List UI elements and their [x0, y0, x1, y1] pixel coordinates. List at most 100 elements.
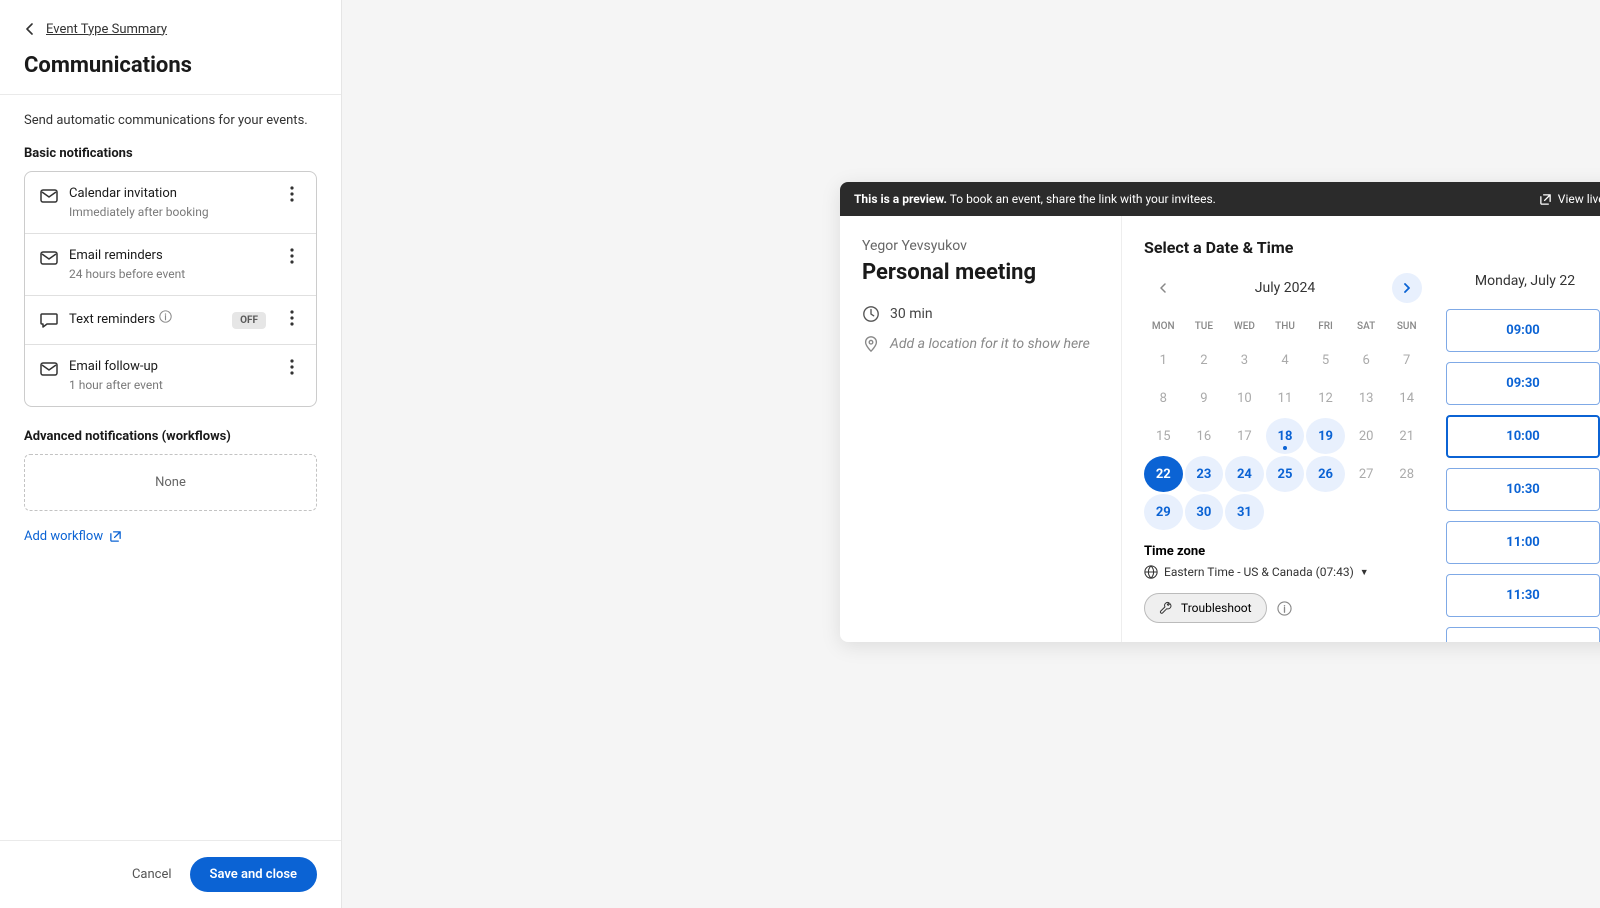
preview-area: This is a preview. To book an event, sha… — [342, 0, 1600, 908]
duration-value: 30 min — [890, 306, 933, 322]
notification-subtitle: Immediately after booking — [69, 205, 272, 219]
calendar-slots-row: July 2024 MONTUEWEDTHUFRISATSUN123456789… — [1144, 273, 1600, 642]
settings-sidebar: Event Type Summary Communications Send a… — [0, 0, 342, 908]
preview-banner-rest: To book an event, share the link with yo… — [947, 192, 1216, 206]
calendar-day[interactable]: 18 — [1266, 418, 1305, 454]
calendar-day: 14 — [1387, 380, 1426, 416]
host-name: Yegor Yevsyukov — [862, 238, 1099, 254]
event-info-panel: Yegor Yevsyukov Personal meeting 30 min … — [840, 216, 1122, 642]
calendar-day-of-week: THU — [1266, 315, 1305, 340]
kebab-menu-icon[interactable] — [282, 359, 302, 375]
view-live-label: View live page — [1558, 192, 1600, 206]
calendar-day: 27 — [1347, 456, 1386, 492]
next-month-button[interactable] — [1392, 273, 1422, 303]
troubleshoot-button[interactable]: Troubleshoot — [1144, 593, 1267, 623]
page-title: Communications — [24, 53, 317, 78]
basic-notifications-list: Calendar invitation Immediately after boo… — [24, 171, 317, 407]
calendar-day-of-week: TUE — [1185, 315, 1224, 340]
calendar-day: 4 — [1266, 342, 1305, 378]
timezone-label: Time zone — [1144, 544, 1426, 559]
cancel-button[interactable]: Cancel — [132, 867, 172, 882]
calendar-day: 11 — [1266, 380, 1305, 416]
calendar-day: 7 — [1387, 342, 1426, 378]
troubleshoot-label: Troubleshoot — [1181, 601, 1252, 615]
kebab-menu-icon[interactable] — [282, 248, 302, 264]
notification-row[interactable]: Email follow-up1 hour after event — [25, 345, 316, 406]
notification-row[interactable]: Email reminders24 hours before event — [25, 234, 316, 296]
calendar-day: 15 — [1144, 418, 1183, 454]
location-placeholder: Add a location for it to show here — [890, 336, 1090, 352]
time-slots-list[interactable]: 09:00 09:30 10:00 10:30 11:00 11:30 12:00 — [1446, 309, 1600, 642]
notification-row[interactable]: Calendar invitation Immediately after boo… — [25, 172, 316, 234]
back-link-label: Event Type Summary — [46, 22, 167, 37]
external-link-icon — [109, 530, 122, 543]
time-slot[interactable]: 10:30 — [1446, 468, 1600, 511]
sidebar-header: Event Type Summary Communications — [0, 0, 341, 95]
calendar-day: 28 — [1387, 456, 1426, 492]
notification-subtitle: 24 hours before event — [69, 267, 272, 281]
notification-title: Email follow-up — [69, 359, 272, 374]
calendar-day[interactable]: 24 — [1225, 456, 1264, 492]
calendar-day[interactable]: 26 — [1306, 456, 1345, 492]
calendar-day[interactable]: 30 — [1185, 494, 1224, 530]
advanced-notifications-label: Advanced notifications (workflows) — [24, 429, 317, 444]
calendar-day[interactable]: 29 — [1144, 494, 1183, 530]
location-row: Add a location for it to show here — [862, 335, 1099, 353]
mail-icon — [39, 359, 59, 379]
calendar-day[interactable]: 23 — [1185, 456, 1224, 492]
add-workflow-link[interactable]: Add workflow — [24, 529, 122, 544]
notification-texts: Text reminders — [69, 310, 222, 327]
selected-date-label: Monday, July 22 — [1446, 273, 1600, 289]
kebab-menu-icon[interactable] — [282, 310, 302, 326]
notification-row[interactable]: Text reminders OFF — [25, 296, 316, 345]
calendar-day: 13 — [1347, 380, 1386, 416]
calendar-day-of-week: SAT — [1347, 315, 1386, 340]
duration-row: 30 min — [862, 305, 1099, 323]
notification-texts: Email reminders24 hours before event — [69, 248, 272, 281]
prev-month-button[interactable] — [1148, 273, 1178, 303]
time-slot[interactable]: 09:00 — [1446, 309, 1600, 352]
external-link-icon — [1539, 193, 1552, 206]
wrench-icon — [1159, 601, 1173, 615]
info-icon[interactable] — [1277, 601, 1292, 616]
timezone-selector[interactable]: Eastern Time - US & Canada (07:43) ▼ — [1144, 565, 1426, 579]
time-slot[interactable]: 09:30 — [1446, 362, 1600, 405]
calendar-day: 20 — [1347, 418, 1386, 454]
chat-icon — [39, 310, 59, 330]
calendar-header: July 2024 — [1144, 273, 1426, 315]
calendar-month: July 2024 — [1255, 280, 1315, 296]
preview-banner: This is a preview. To book an event, sha… — [840, 182, 1600, 216]
clock-icon — [862, 305, 880, 323]
calendar-day: 8 — [1144, 380, 1183, 416]
notification-texts: Calendar invitation Immediately after boo… — [69, 186, 272, 219]
time-slot[interactable]: 10:00 — [1446, 415, 1600, 458]
calendar-day[interactable]: 31 — [1225, 494, 1264, 530]
save-button[interactable]: Save and close — [190, 857, 317, 892]
time-slots-column: Monday, July 22 09:00 09:30 10:00 10:30 11:0… — [1446, 273, 1600, 642]
calendar-day[interactable]: 22 — [1144, 456, 1183, 492]
back-link[interactable]: Event Type Summary — [24, 22, 167, 37]
view-live-link[interactable]: View live page — [1539, 192, 1600, 206]
calendar-day: 5 — [1306, 342, 1345, 378]
calendar-day[interactable]: 25 — [1266, 456, 1305, 492]
calendar-day[interactable]: 19 — [1306, 418, 1345, 454]
calendar-day: 6 — [1347, 342, 1386, 378]
time-slot[interactable]: 11:30 — [1446, 574, 1600, 617]
time-slot[interactable]: 12:00 — [1446, 627, 1600, 642]
preview-banner-strong: This is a preview. — [854, 192, 947, 206]
off-badge: OFF — [232, 312, 266, 329]
preview-body: Yegor Yevsyukov Personal meeting 30 min … — [840, 216, 1600, 642]
sidebar-body: Send automatic communications for your e… — [0, 95, 341, 840]
mail-icon — [39, 186, 59, 206]
notification-title: Calendar invitation — [69, 186, 272, 201]
calendar-day-of-week: MON — [1144, 315, 1183, 340]
time-slot[interactable]: 11:00 — [1446, 521, 1600, 564]
add-workflow-label: Add workflow — [24, 529, 103, 544]
date-time-panel: Select a Date & Time July 2024 — [1122, 216, 1600, 642]
calendar: July 2024 MONTUEWEDTHUFRISATSUN123456789… — [1144, 273, 1426, 642]
troubleshoot-row: Troubleshoot — [1144, 593, 1426, 623]
select-date-title: Select a Date & Time — [1144, 238, 1600, 257]
timezone-value: Eastern Time - US & Canada (07:43) — [1164, 565, 1354, 579]
kebab-menu-icon[interactable] — [282, 186, 302, 202]
calendar-day: 16 — [1185, 418, 1224, 454]
